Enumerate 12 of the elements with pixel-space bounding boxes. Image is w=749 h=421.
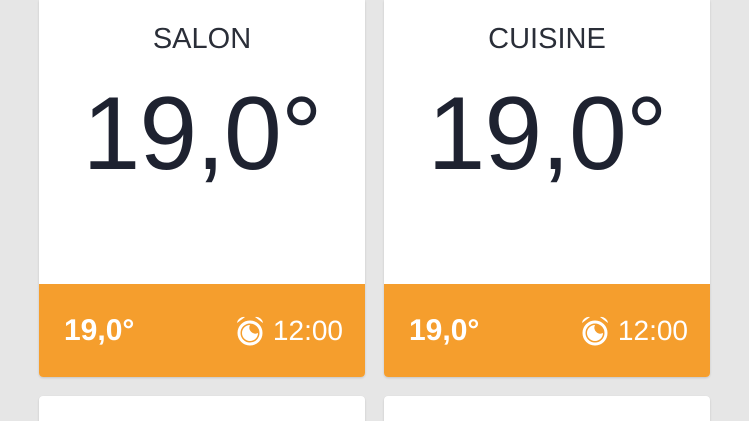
current-temperature: 19,0° <box>82 82 322 186</box>
schedule-time: 12:00 <box>618 314 688 348</box>
target-temperature: 19,0° <box>409 313 480 349</box>
target-temperature: 19,0° <box>64 313 134 349</box>
current-temperature: 19,0° <box>427 82 666 186</box>
room-name: CUISINE <box>488 22 606 57</box>
room-card[interactable]: SALON 19,0° 19,0° 12:00 <box>39 0 365 377</box>
room-name: SALON <box>152 22 252 57</box>
room-card[interactable]: CUISINE 19,0° 19,0° 12:00 <box>384 0 710 377</box>
schedule-time: 12:00 <box>272 314 343 348</box>
alarm-clock-icon <box>234 314 265 346</box>
alarm-clock-icon <box>580 314 610 346</box>
